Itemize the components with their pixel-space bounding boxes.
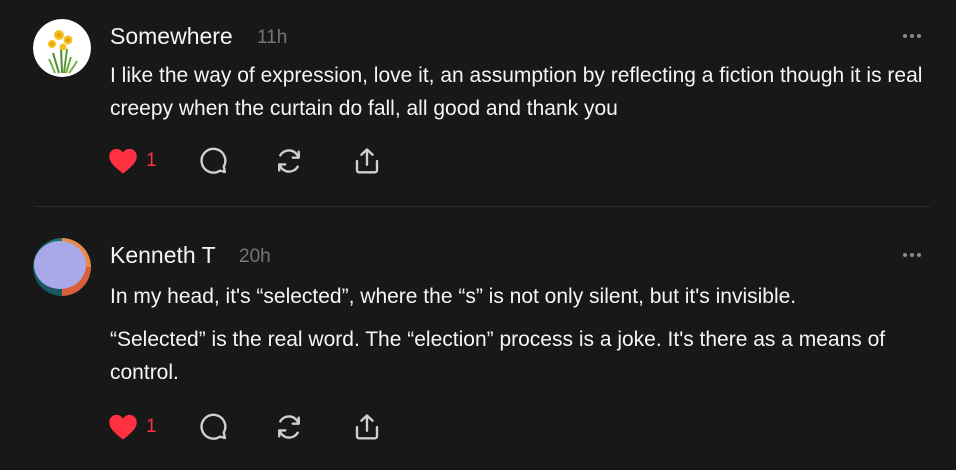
like-count: 1 — [146, 416, 157, 437]
repost-button[interactable] — [274, 412, 304, 442]
post-timestamp: 11h — [257, 27, 288, 48]
heart-icon — [109, 148, 137, 174]
share-button[interactable] — [352, 146, 382, 176]
post-text: I like the way of expression, love it, a… — [110, 64, 923, 120]
like-count: 1 — [146, 150, 157, 171]
more-options-icon[interactable] — [903, 33, 925, 39]
reply-post: Somewhere 11h I like the way of expressi… — [0, 0, 956, 206]
username[interactable]: Kenneth T — [110, 242, 216, 269]
post-timestamp: 20h — [239, 246, 271, 267]
gradient-circle-avatar-icon — [33, 238, 91, 296]
like-button[interactable]: 1 — [108, 412, 157, 442]
share-icon — [355, 414, 379, 440]
heart-icon — [109, 414, 137, 440]
post-text: In my head, it's “selected”, where the “… — [110, 285, 797, 308]
username[interactable]: Somewhere — [110, 23, 233, 50]
comment-bubble-icon — [200, 413, 227, 440]
repost-icon — [278, 415, 300, 439]
reply-button[interactable] — [198, 412, 228, 442]
post-text: “Selected” is the real word. The “electi… — [110, 328, 886, 384]
thread-replies-feed: Somewhere 11h I like the way of expressi… — [0, 0, 956, 470]
comment-bubble-icon — [200, 147, 227, 174]
share-icon — [355, 148, 379, 174]
repost-icon — [278, 149, 300, 173]
reply-button[interactable] — [198, 146, 228, 176]
like-button[interactable]: 1 — [108, 146, 157, 176]
repost-button[interactable] — [274, 146, 304, 176]
share-button[interactable] — [352, 412, 382, 442]
avatar[interactable] — [33, 238, 91, 296]
more-options-icon[interactable] — [903, 252, 925, 258]
reply-post: Kenneth T 20h In my head, it's “selected… — [0, 207, 956, 470]
avatar[interactable] — [33, 19, 91, 77]
daffodil-flower-avatar-icon — [33, 19, 91, 77]
